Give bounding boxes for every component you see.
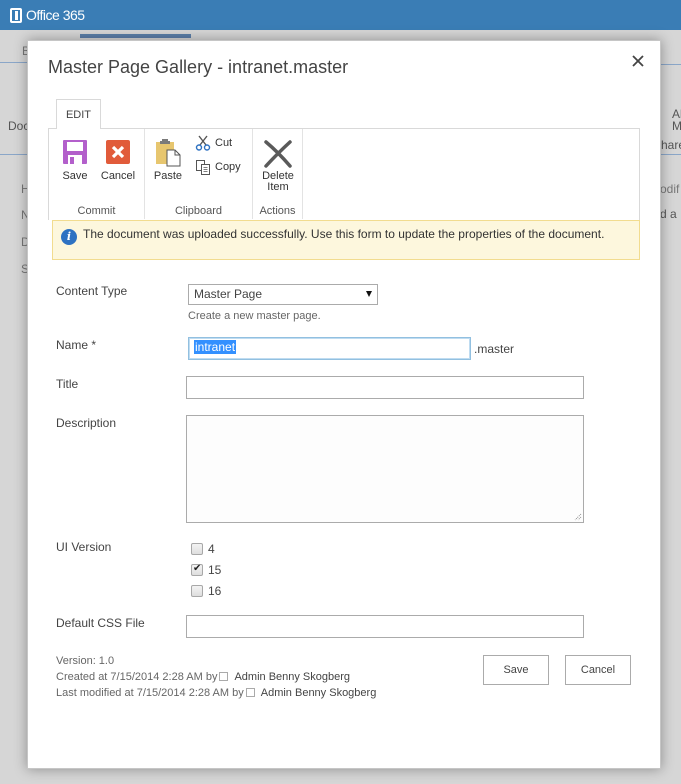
content-type-value: Master Page: [194, 287, 263, 301]
modified-text: Last modified at 7/15/2014 2:28 AM by: [56, 687, 244, 699]
delete-icon: [264, 140, 292, 168]
ui-version-option-15[interactable]: 15: [191, 563, 221, 577]
ribbon-cut-button[interactable]: Cut: [195, 135, 232, 151]
ribbon-group-label: Commit: [77, 205, 116, 217]
chevron-down-icon: [366, 291, 372, 297]
ui-version-option-label: 15: [208, 563, 222, 577]
name-label: Name *: [56, 338, 97, 352]
content-type-label: Content Type: [56, 284, 128, 298]
default-css-label: Default CSS File: [56, 616, 145, 630]
title-input[interactable]: [186, 376, 584, 399]
ribbon-group-actions: Delete Item Actions: [253, 129, 303, 219]
close-button[interactable]: [630, 53, 646, 69]
checkbox-checked[interactable]: [191, 563, 203, 576]
ribbon-group-clipboard: Paste Cut Copy Clipboard: [145, 129, 253, 219]
background-text: d a: [660, 207, 677, 221]
checkbox[interactable]: [191, 585, 203, 597]
ribbon-delete-item-button[interactable]: Delete Item: [259, 139, 297, 193]
modified-line: Last modified at 7/15/2014 2:28 AM by Adm…: [56, 685, 376, 701]
cancel-icon: [106, 140, 130, 164]
ribbon-group-label: Clipboard: [174, 205, 223, 217]
ribbon-group-commit: Save Cancel Commit: [49, 129, 145, 219]
ribbon-delete-label-line2: Item: [267, 181, 289, 193]
description-label: Description: [56, 416, 117, 430]
background-divider: [0, 62, 28, 63]
item-metadata: Version: 1.0 Created at 7/15/2014 2:28 A…: [56, 653, 376, 701]
ribbon-paste-label: Paste: [153, 170, 183, 182]
name-input[interactable]: intranet: [188, 337, 471, 360]
presence-icon: [219, 672, 229, 681]
presence-icon: [245, 688, 255, 697]
created-line: Created at 7/15/2014 2:28 AM by Admin Ben…: [56, 669, 376, 685]
created-by-link[interactable]: Admin Benny Skogberg: [234, 671, 350, 683]
modified-by-link[interactable]: Admin Benny Skogberg: [261, 687, 377, 699]
cut-icon: [195, 135, 211, 151]
created-text: Created at 7/15/2014 2:28 AM by: [56, 671, 218, 683]
copy-icon: [196, 160, 210, 175]
ribbon-paste-button[interactable]: Paste: [151, 137, 185, 182]
ui-version-option-4[interactable]: 4: [191, 542, 215, 556]
ribbon-save-button[interactable]: Save: [57, 139, 93, 182]
ribbon-copy-button[interactable]: Copy: [195, 159, 241, 175]
tab-edit[interactable]: EDIT: [56, 99, 101, 129]
close-icon: [632, 55, 644, 67]
background-divider: [0, 154, 28, 155]
save-button[interactable]: Save: [483, 655, 549, 685]
ribbon-group-label: Actions: [259, 205, 296, 217]
ribbon-cut-label: Cut: [215, 137, 233, 149]
version-text: Version: 1.0: [56, 655, 115, 667]
status-message-text: The document was uploaded successfully. …: [83, 227, 605, 241]
ui-version-option-label: 16: [208, 584, 222, 598]
title-label: Title: [56, 377, 79, 391]
edit-properties-dialog: Master Page Gallery - intranet.master ED…: [27, 40, 661, 769]
info-icon: i: [61, 229, 77, 245]
status-message: i The document was uploaded successfully…: [52, 220, 640, 260]
suite-bar: Office 365: [0, 0, 681, 30]
background-tab-accent: [80, 34, 191, 38]
checkbox[interactable]: [191, 543, 203, 555]
background-text: hare: [661, 138, 681, 152]
ui-version-option-16[interactable]: 16: [191, 584, 221, 598]
resize-grip-icon[interactable]: [574, 513, 582, 521]
ribbon-cancel-label: Cancel: [100, 170, 136, 182]
name-suffix: .master: [474, 342, 515, 356]
content-type-select[interactable]: Master Page: [188, 284, 378, 305]
paste-icon: [156, 139, 181, 167]
name-input-value: intranet: [194, 340, 237, 354]
content-type-hint: Create a new master page.: [188, 310, 321, 322]
ribbon-cancel-button[interactable]: Cancel: [98, 139, 138, 182]
ui-version-label: UI Version: [56, 540, 112, 554]
background-text: M: [672, 119, 681, 133]
ui-version-option-label: 4: [208, 542, 215, 556]
office365-logo[interactable]: Office 365: [10, 7, 85, 23]
brand-label: Office 365: [26, 7, 85, 23]
ribbon: Save Cancel Commit Paste Cut Copy Clipbo…: [48, 128, 640, 220]
background-text: odif: [660, 182, 680, 196]
background-divider: [660, 64, 681, 65]
default-css-input[interactable]: [186, 615, 584, 638]
dialog-title: Master Page Gallery - intranet.master: [48, 57, 349, 77]
background-divider: [660, 154, 681, 155]
ribbon-save-label: Save: [62, 170, 88, 182]
ribbon-copy-label: Copy: [215, 161, 241, 173]
office-logo-icon: [10, 7, 22, 23]
description-textarea[interactable]: [186, 415, 584, 523]
save-icon: [63, 140, 87, 164]
cancel-button[interactable]: Cancel: [565, 655, 631, 685]
